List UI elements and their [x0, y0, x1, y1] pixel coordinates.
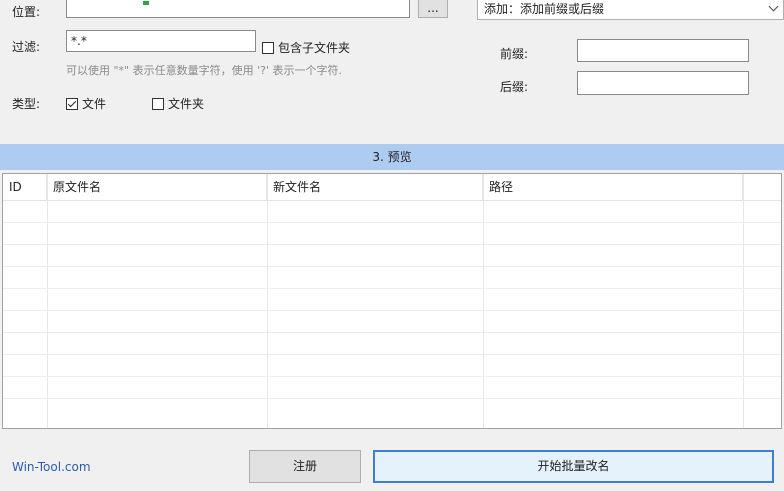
include-subfolders-checkbox[interactable]: 包含子文件夹: [262, 39, 350, 56]
column-header-original-name[interactable]: 原文件名: [47, 174, 267, 200]
location-cursor-mark: [143, 1, 149, 5]
options-panel: 位置: ... 过滤: *.* 包含子文件夹 可以使用 "*" 表示任意数量字符…: [0, 0, 466, 141]
filter-label: 过滤:: [12, 40, 41, 54]
grid-row-line: [3, 376, 781, 377]
rule-dropdown-value: 添加：添加前缀或后缀: [484, 1, 605, 16]
grid-column-divider: [267, 174, 268, 428]
preview-section-title: 3. 预览: [0, 144, 784, 170]
grid-row-line: [3, 288, 781, 289]
rule-dropdown[interactable]: 添加：添加前缀或后缀: [477, 0, 784, 20]
include-subfolders-box[interactable]: [262, 41, 274, 54]
grid-row-line: [3, 398, 781, 399]
column-header-path[interactable]: 路径: [483, 174, 743, 200]
grid-row-line: [3, 266, 781, 267]
register-button[interactable]: 注册: [249, 450, 361, 483]
grid-row-line: [3, 354, 781, 355]
filter-input[interactable]: *.*: [66, 30, 256, 52]
suffix-label: 后缀:: [500, 80, 529, 94]
suffix-input[interactable]: [577, 71, 749, 95]
include-subfolders-label: 包含子文件夹: [278, 41, 351, 55]
grid-row-line: [3, 222, 781, 223]
type-file-label: 文件: [82, 97, 107, 111]
grid-row-line: [3, 310, 781, 311]
prefix-input[interactable]: [577, 39, 749, 62]
rule-panel: 添加：添加前缀或后缀 前缀: 后缀:: [470, 0, 784, 141]
chevron-down-icon: [768, 1, 779, 12]
type-folder-label: 文件夹: [168, 97, 205, 111]
brand-link[interactable]: Win-Tool.com: [12, 460, 91, 474]
type-folder-checkbox[interactable]: 文件夹: [152, 95, 204, 112]
column-header-id[interactable]: ID: [3, 174, 47, 200]
type-file-box[interactable]: [66, 97, 78, 110]
grid-row-line: [3, 332, 781, 333]
location-input[interactable]: [66, 0, 410, 18]
type-label: 类型:: [12, 97, 41, 111]
start-batch-rename-button[interactable]: 开始批量改名: [373, 450, 774, 483]
type-folder-box[interactable]: [152, 97, 164, 110]
type-file-checkbox[interactable]: 文件: [66, 95, 106, 112]
grid-column-divider: [743, 174, 744, 428]
grid-column-divider: [47, 174, 48, 428]
preview-table-header: ID 原文件名 新文件名 路径: [3, 174, 781, 201]
browse-button[interactable]: ...: [418, 0, 448, 18]
location-label: 位置:: [12, 5, 41, 19]
filter-hint: 可以使用 "*" 表示任意数量字符，使用 '?' 表示一个字符.: [66, 64, 342, 77]
column-header-new-name[interactable]: 新文件名: [267, 174, 483, 200]
grid-row-line: [3, 244, 781, 245]
grid-column-divider: [483, 174, 484, 428]
preview-table[interactable]: ID 原文件名 新文件名 路径: [2, 173, 782, 429]
prefix-label: 前缀:: [500, 47, 529, 61]
